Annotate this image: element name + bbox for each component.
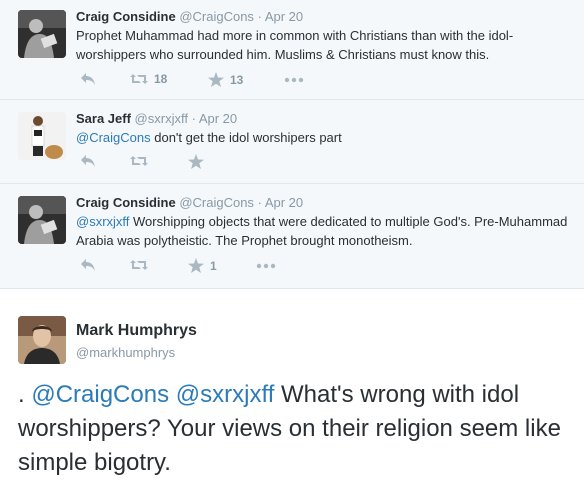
separator: · [257, 195, 262, 210]
more-dots-icon [256, 263, 276, 269]
mention-link[interactable]: @CraigCons [31, 381, 169, 408]
favorite-button[interactable]: 13 [208, 72, 243, 87]
retweet-icon [130, 260, 148, 270]
reply-button[interactable] [80, 154, 96, 168]
retweet-button[interactable] [130, 154, 154, 168]
retweet-button[interactable]: 18 [130, 72, 167, 86]
tweet-text: Prophet Muhammad had more in common with… [76, 26, 574, 64]
handle[interactable]: @CraigCons [179, 195, 254, 210]
timestamp[interactable]: Apr 20 [199, 111, 237, 126]
tweet-header: Craig Considine @CraigCons · Apr 20 [76, 9, 574, 25]
display-name[interactable]: Mark Humphrys [76, 322, 197, 340]
favorite-count: 13 [230, 72, 244, 87]
tweet-content: Sara Jeff @sxrxjxff · Apr 20 @CraigCons … [76, 111, 574, 147]
separator: · [191, 111, 196, 126]
tweet-text-body: Prophet Muhammad had more in common with… [76, 28, 514, 62]
text-prefix: . [18, 381, 32, 408]
more-button[interactable] [256, 263, 276, 269]
display-name[interactable]: Craig Considine [76, 9, 176, 24]
silhouette-reading-icon [18, 10, 66, 58]
display-name[interactable]: Craig Considine [76, 195, 176, 210]
mention-link[interactable]: @sxrxjxff [76, 214, 129, 229]
silhouette-reading-icon [18, 196, 66, 244]
timestamp[interactable]: Apr 20 [265, 9, 303, 24]
retweet-icon [130, 156, 148, 166]
handle[interactable]: @markhumphrys [76, 345, 175, 360]
tweet-text-body: don't get the idol worshipers part [150, 130, 342, 145]
favorite-button[interactable] [188, 154, 210, 169]
tweet-1: Craig Considine @CraigCons · Apr 20 Prop… [0, 0, 584, 100]
mention-link[interactable]: @CraigCons [76, 130, 151, 145]
retweet-button[interactable] [130, 258, 154, 272]
star-icon [188, 154, 204, 169]
favorite-button[interactable]: 1 [188, 258, 217, 273]
reply-button[interactable] [80, 72, 96, 86]
display-name[interactable]: Sara Jeff [76, 111, 131, 126]
avatar[interactable] [18, 10, 66, 58]
avatar[interactable] [18, 196, 66, 244]
favorite-count: 1 [210, 258, 217, 273]
reply-button[interactable] [80, 258, 96, 272]
mention-link[interactable]: @sxrxjxff [176, 381, 275, 408]
tweet-text-body: Worshipping objects that were dedicated … [76, 214, 568, 248]
timestamp[interactable]: Apr 20 [265, 195, 303, 210]
tweet-2: Sara Jeff @sxrxjxff · Apr 20 @CraigCons … [0, 100, 584, 184]
star-icon [188, 258, 204, 273]
tweet-3: Craig Considine @CraigCons · Apr 20 @sxr… [0, 184, 584, 289]
tweet-content: Craig Considine @CraigCons · Apr 20 Prop… [76, 9, 574, 64]
star-icon [208, 72, 224, 87]
tweet-text: @sxrxjxff Worshipping objects that were … [76, 212, 574, 250]
tweet-text: @CraigCons don't get the idol worshipers… [76, 128, 574, 147]
reply-tweet-text: . @CraigCons @sxrxjxff What's wrong with… [18, 378, 574, 480]
more-dots-icon [284, 77, 304, 83]
more-button[interactable] [284, 77, 304, 83]
avatar[interactable] [18, 316, 66, 364]
tweet-content: Craig Considine @CraigCons · Apr 20 @sxr… [76, 195, 574, 250]
tweet-header: Sara Jeff @sxrxjxff · Apr 20 [76, 111, 574, 127]
handle[interactable]: @sxrxjxff [135, 111, 188, 126]
reply-icon [81, 73, 95, 85]
man-photo-icon [18, 316, 66, 364]
retweet-icon [130, 74, 148, 84]
handle[interactable]: @CraigCons [179, 9, 254, 24]
tweet-header: Craig Considine @CraigCons · Apr 20 [76, 195, 574, 211]
avatar[interactable] [18, 112, 66, 160]
woman-photo-icon [18, 112, 66, 160]
separator: · [257, 9, 262, 24]
retweet-count: 18 [154, 72, 168, 86]
reply-icon [81, 155, 95, 167]
reply-icon [81, 259, 95, 271]
